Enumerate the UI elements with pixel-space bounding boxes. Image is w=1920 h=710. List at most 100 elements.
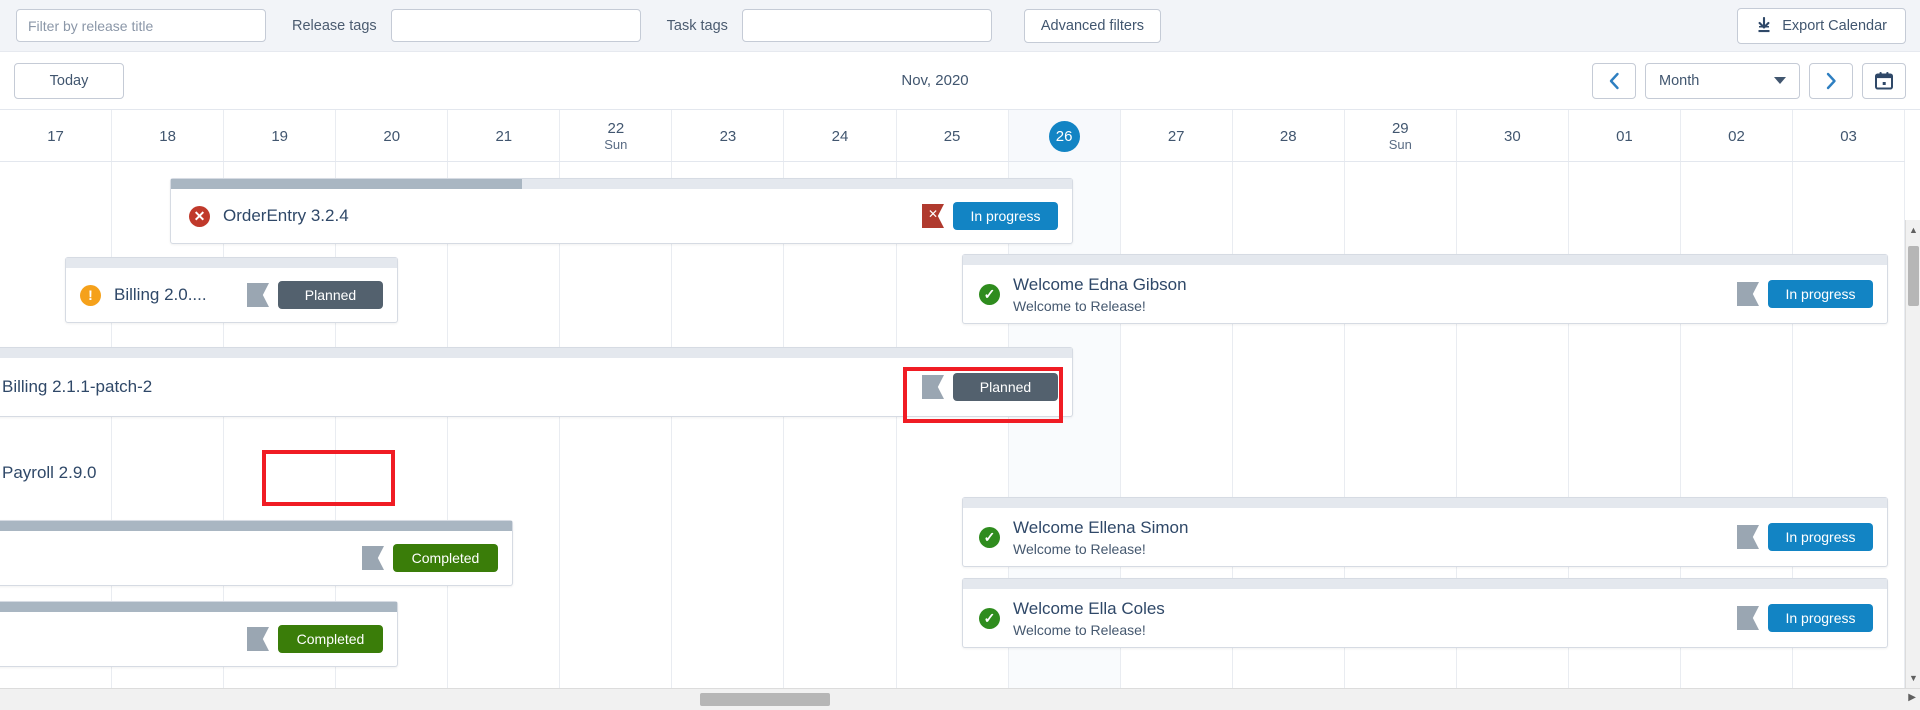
task-bar-actions: In progress <box>1736 523 1873 551</box>
release-bar-actions: Planned <box>246 281 383 309</box>
flag-error-icon[interactable] <box>922 204 944 228</box>
task-bar-actions: In progress <box>1736 604 1873 632</box>
vertical-scrollbar[interactable]: ▲ ▼ <box>1905 220 1920 688</box>
calendar-day-column: 20 <box>336 110 449 161</box>
calendar-day-number: 24 <box>831 127 849 145</box>
task-subtitle: Welcome to Release! <box>1013 540 1146 557</box>
check-circle-icon: ✓ <box>979 526 1000 548</box>
task-tags-input[interactable] <box>741 9 992 42</box>
progress-track <box>0 521 512 531</box>
calendar-day-column: 02 <box>1681 110 1793 161</box>
calendar-day-column: 30 <box>1457 110 1569 161</box>
advanced-filters-button[interactable]: Advanced filters <box>1023 8 1162 43</box>
calendar-day-column: 17 <box>0 110 113 161</box>
release-tags-label: Release tags <box>292 17 377 34</box>
status-chip[interactable]: In progress <box>1768 280 1873 308</box>
flag-icon[interactable] <box>362 546 384 570</box>
calendar-day-number: 19 <box>271 127 288 145</box>
calendar-day-number: 22 <box>607 120 625 138</box>
vertical-scroll-thumb[interactable] <box>1908 246 1919 306</box>
today-date-pill: 26 <box>1048 121 1080 152</box>
release-title: Payroll 2.9.0 <box>2 463 97 482</box>
status-chip[interactable]: Completed <box>393 544 498 572</box>
task-bar-welcome-edna-gibson[interactable]: ✓ Welcome Edna Gibson Welcome to Release… <box>962 254 1888 324</box>
flag-icon[interactable] <box>247 283 269 307</box>
flag-icon[interactable] <box>1737 525 1759 549</box>
calendar-day-number: 02 <box>1728 127 1745 145</box>
status-chip[interactable]: In progress <box>1768 523 1873 551</box>
date-picker-button[interactable] <box>1862 62 1906 99</box>
chevron-right-icon <box>1826 72 1836 89</box>
calendar-grid: 17 18 19 20 21 22 Sun 23 24 25 26 27 28 29 Sun 30 01 02 03… <box>0 110 1920 710</box>
release-title-filter-input[interactable] <box>16 9 266 42</box>
flag-icon[interactable] <box>1737 606 1759 630</box>
status-chip[interactable]: Planned <box>278 281 383 309</box>
horizontal-scrollbar[interactable]: ▶ <box>0 688 1920 710</box>
status-chip[interactable]: Completed <box>278 625 383 653</box>
error-circle-icon: ✕ <box>189 205 210 227</box>
release-bar-payroll-290[interactable]: Payroll 2.9.0 <box>0 434 1905 502</box>
status-chip[interactable]: Planned <box>953 373 1058 401</box>
calendar-day-column: 18 <box>112 110 225 161</box>
progress-fill <box>171 179 523 189</box>
calendar-day-column: 26 <box>1008 110 1121 161</box>
release-tags-input[interactable] <box>390 9 641 42</box>
release-bar-billing-20[interactable]: ! Billing 2.0.... Planned <box>65 257 398 323</box>
calendar-day-column: 19 <box>224 110 337 161</box>
navigation-controls: Month <box>1592 62 1906 99</box>
calendar-day-column: 29 Sun <box>1345 110 1457 161</box>
calendar-day-number: 03 <box>1840 127 1857 145</box>
flag-icon[interactable] <box>922 375 944 399</box>
release-bar-completed-1[interactable]: Completed <box>0 520 513 586</box>
filter-toolbar: Release tags Task tags Advanced filters … <box>0 0 1920 52</box>
task-bar-actions: In progress <box>1736 280 1873 308</box>
next-period-button[interactable] <box>1809 62 1853 99</box>
scroll-up-icon[interactable]: ▲ <box>1906 222 1920 238</box>
task-title: Welcome Ellena Simon <box>1013 517 1189 537</box>
calendar-day-number: 30 <box>1504 127 1521 145</box>
release-bar-actions: Planned <box>921 373 1058 401</box>
warning-circle-icon: ! <box>80 284 101 306</box>
export-calendar-button[interactable]: Export Calendar <box>1737 7 1906 44</box>
release-title: OrderEntry 3.2.4 <box>223 206 349 225</box>
calendar-day-column: 28 <box>1233 110 1345 161</box>
check-circle-icon: ✓ <box>979 607 1000 629</box>
task-tags-label: Task tags <box>666 17 728 34</box>
calendar-day-header: 17 18 19 20 21 22 Sun 23 24 25 26 27 28 29 Sun 30 01 02 03 <box>0 110 1906 162</box>
calendar-day-column: 25 <box>897 110 1009 161</box>
status-chip[interactable]: In progress <box>953 202 1058 230</box>
flag-icon[interactable] <box>1737 282 1759 306</box>
release-bar-actions: In progress <box>921 202 1058 230</box>
progress-fill <box>0 602 397 612</box>
flag-icon[interactable] <box>247 627 269 651</box>
progress-track <box>0 348 1072 358</box>
calendar-day-column: 01 <box>1569 110 1681 161</box>
calendar-day-column: 21 <box>448 110 561 161</box>
progress-track <box>171 179 1072 189</box>
view-mode-select[interactable]: Month <box>1645 62 1800 99</box>
scroll-right-icon[interactable]: ▶ <box>1908 692 1916 703</box>
calendar-day-number: 28 <box>1279 127 1297 145</box>
release-bar-completed-2[interactable]: Completed <box>0 601 398 667</box>
task-bar-welcome-ella-coles[interactable]: ✓ Welcome Ella Coles Welcome to Release!… <box>962 578 1888 648</box>
release-bar-actions: Completed <box>361 544 498 572</box>
release-bar-orderentry-324[interactable]: ✕ OrderEntry 3.2.4 In progress <box>170 178 1073 244</box>
calendar-day-of-week: Sun <box>1388 137 1412 153</box>
calendar-day-of-week: Sun <box>604 137 628 153</box>
release-bar-billing-211-patch-2[interactable]: Billing 2.1.1-patch-2 Planned <box>0 347 1073 417</box>
chevron-down-icon <box>1774 77 1786 84</box>
progress-track <box>0 602 397 612</box>
status-chip[interactable]: In progress <box>1768 604 1873 632</box>
today-button[interactable]: Today <box>14 62 124 99</box>
horizontal-scroll-thumb[interactable] <box>700 693 830 706</box>
scroll-down-icon[interactable]: ▼ <box>1906 670 1920 686</box>
calendar-icon <box>1875 71 1893 89</box>
calendar-day-column: 23 <box>672 110 785 161</box>
calendar-day-number: 25 <box>943 127 961 145</box>
progress-track <box>963 498 1887 508</box>
calendar-day-number: 23 <box>719 127 737 145</box>
previous-period-button[interactable] <box>1592 62 1636 99</box>
task-bar-welcome-ellena-simon[interactable]: ✓ Welcome Ellena Simon Welcome to Releas… <box>962 497 1888 567</box>
calendar-navigation-bar: Today Nov, 2020 Month <box>0 52 1920 110</box>
view-mode-label: Month <box>1659 72 1700 89</box>
